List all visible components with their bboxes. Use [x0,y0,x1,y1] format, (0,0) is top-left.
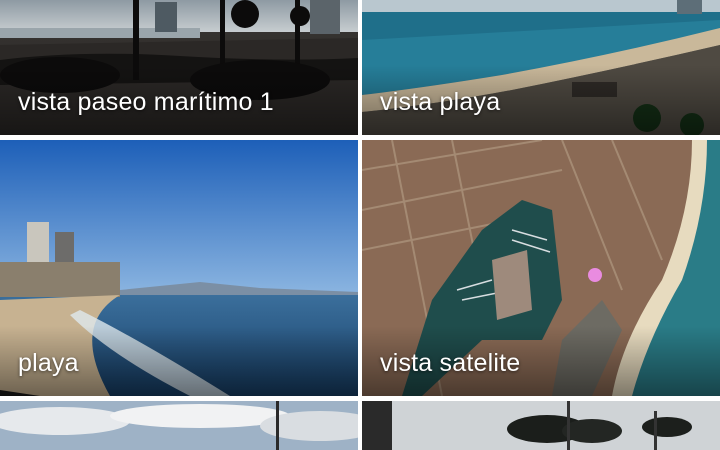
tile-label: vista satelite [380,349,521,377]
gallery-tile-playa[interactable]: playa [0,140,358,396]
palm-trees-photo [362,401,720,450]
tile-label: vista playa [380,88,501,116]
cloudy-sky-photo [0,401,358,450]
gallery-tile-paseo-maritimo[interactable]: vista paseo marítimo 1 [0,0,358,135]
gallery-tile-vista-satelite[interactable]: vista satelite [362,140,720,396]
gallery-tile-6[interactable] [362,401,720,450]
tile-label: playa [18,349,79,377]
gallery-tile-vista-playa[interactable]: vista playa [362,0,720,135]
gallery-tile-5[interactable] [0,401,358,450]
tile-label: vista paseo marítimo 1 [18,88,274,116]
photo-gallery-grid: vista paseo marítimo 1 vista playa playa… [0,0,720,450]
